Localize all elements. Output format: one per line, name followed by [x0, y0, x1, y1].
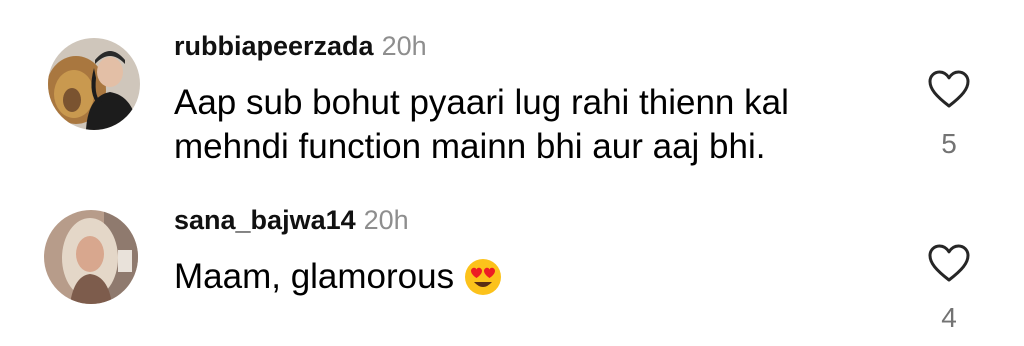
comment-text: Aap sub bohut pyaari lug rahi thienn kal…	[174, 81, 789, 169]
comment-text-line: Aap sub bohut pyaari lug rahi thienn kal	[174, 83, 789, 122]
like-count: 5	[941, 128, 957, 159]
like-count: 4	[941, 302, 957, 333]
avatar-photo-icon	[48, 38, 140, 130]
comment-meta: sana_bajwa14 20h	[174, 204, 409, 236]
comment-text: Maam, glamorous	[174, 255, 502, 307]
username-link[interactable]: sana_bajwa14	[174, 205, 356, 235]
comment-text-line: Maam, glamorous	[174, 255, 502, 307]
timestamp[interactable]: 20h	[382, 31, 427, 61]
avatar[interactable]	[48, 38, 140, 130]
heart-outline-icon[interactable]	[926, 68, 972, 110]
heart-eyes-emoji-icon	[464, 258, 502, 307]
like-control: 4	[926, 242, 972, 334]
comment-text-content: Maam, glamorous	[174, 257, 455, 296]
comment-meta: rubbiapeerzada 20h	[174, 30, 427, 62]
comment-text-line: mehndi function mainn bhi aur aaj bhi.	[174, 127, 766, 166]
username-link[interactable]: rubbiapeerzada	[174, 31, 374, 61]
avatar-photo-icon	[44, 210, 138, 304]
heart-outline-icon[interactable]	[926, 242, 972, 284]
like-control: 5	[926, 68, 972, 160]
avatar[interactable]	[44, 210, 138, 304]
timestamp[interactable]: 20h	[364, 205, 409, 235]
comments-list: rubbiapeerzada 20h Aap sub bohut pyaari l…	[0, 0, 1024, 346]
